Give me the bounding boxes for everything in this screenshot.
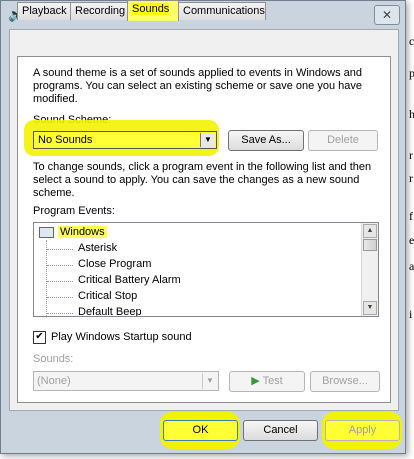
chevron-down-icon[interactable]: ▼ (200, 133, 215, 147)
tab-label: Playback (22, 5, 67, 17)
tree-root-label: Windows (58, 226, 107, 238)
windows-folder-icon (39, 226, 54, 238)
test-button[interactable]: ▶ Test (229, 371, 305, 392)
tab-recording[interactable]: Recording (70, 2, 128, 20)
list-item[interactable]: Close Program (78, 258, 151, 270)
tree-branch (47, 281, 73, 282)
tree-branch (47, 249, 73, 250)
play-icon: ▶ (251, 375, 260, 387)
sounds-dropdown[interactable]: (None) ▼ (33, 371, 219, 391)
list-item[interactable]: Critical Battery Alarm (78, 274, 181, 286)
ok-button[interactable]: OK (163, 420, 238, 441)
tab-sounds[interactable]: Sounds (127, 0, 179, 21)
tab-label: Recording (75, 5, 126, 17)
list-item[interactable]: Critical Stop (78, 290, 137, 302)
save-as-button[interactable]: Save As... (228, 130, 304, 151)
startup-sound-checkbox[interactable]: ✔ (33, 331, 46, 344)
vertical-scrollbar[interactable]: ▲ ▼ (361, 223, 378, 316)
tab-label: Communications (183, 5, 265, 17)
chevron-down-icon[interactable]: ▼ (202, 373, 217, 389)
apply-button[interactable]: Apply (325, 420, 400, 441)
browse-button[interactable]: Browse... (310, 371, 380, 392)
tab-communications[interactable]: Communications (178, 2, 266, 20)
background-letter: a (409, 259, 414, 273)
background-letter: i (409, 307, 413, 321)
sound-scheme-value: No Sounds (38, 134, 93, 146)
tree-root-windows[interactable]: Windows (39, 226, 107, 238)
tree-branch (47, 265, 73, 266)
checkmark-icon: ✔ (35, 331, 44, 342)
delete-button[interactable]: Delete (308, 130, 378, 151)
tree-line (46, 240, 47, 316)
background-letter: p (409, 66, 414, 80)
tab-playback[interactable]: Playback (17, 2, 71, 20)
scroll-down-icon[interactable]: ▼ (363, 301, 377, 315)
sounds-value: (None) (37, 375, 71, 387)
background-letter: c (409, 34, 414, 48)
tree-branch (47, 297, 73, 298)
tab-label: Sounds (132, 3, 170, 15)
theme-description: A sound theme is a set of sounds applied… (33, 67, 362, 105)
background-letter: h (409, 107, 414, 121)
sound-scheme-dropdown[interactable]: No Sounds ▼ (33, 131, 217, 149)
close-button[interactable]: ✕ (374, 5, 400, 25)
cancel-button[interactable]: Cancel (243, 420, 318, 441)
list-item[interactable]: Asterisk (78, 242, 117, 254)
background-letter: r (409, 148, 413, 162)
change-sounds-text: To change sounds, click a program event … (33, 161, 372, 199)
list-item[interactable]: Default Beep (78, 306, 142, 316)
scroll-up-icon[interactable]: ▲ (363, 224, 377, 238)
sounds-label: Sounds: (33, 353, 74, 365)
program-events-list[interactable]: Windows Asterisk Close Program Critical … (33, 222, 379, 317)
background-letter: e (409, 233, 414, 247)
background-letter: r (409, 171, 413, 185)
test-label: Test (262, 375, 283, 387)
tree-branch (47, 313, 73, 314)
startup-sound-label[interactable]: Play Windows Startup sound (51, 331, 192, 343)
scroll-thumb[interactable] (363, 239, 377, 251)
background-letter: f (409, 209, 413, 223)
close-icon: ✕ (381, 8, 393, 22)
program-events-label: Program Events: (33, 205, 115, 217)
